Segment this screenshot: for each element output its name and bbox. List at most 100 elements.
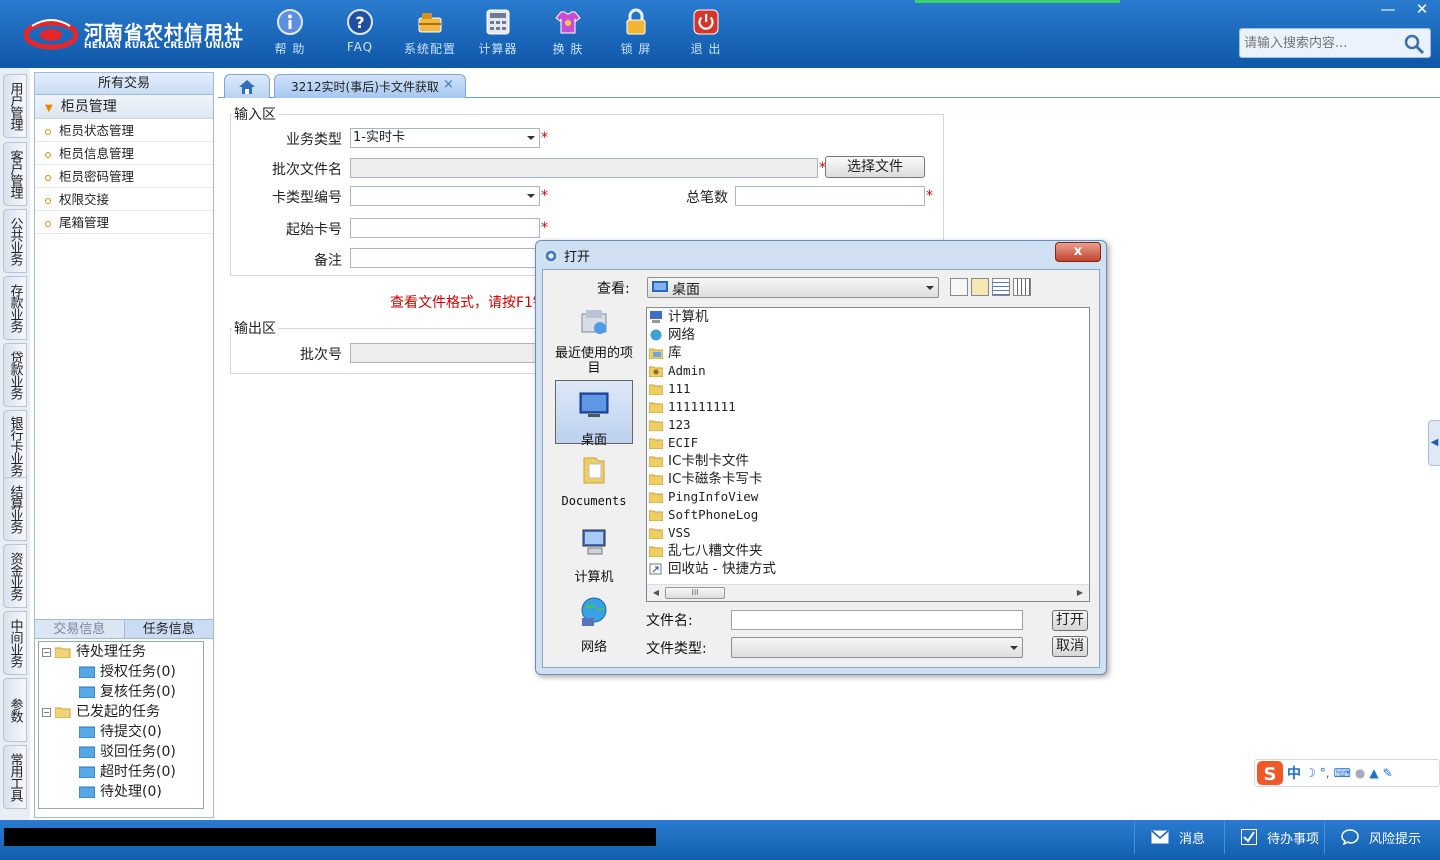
ime-mode-label[interactable]: 中 — [1287, 763, 1301, 783]
list-item-folder[interactable]: IC卡制卡文件 — [649, 452, 749, 470]
business-type-select[interactable]: 1-实时卡 — [350, 128, 540, 148]
system-config-button[interactable]: 系统配置 — [398, 8, 462, 60]
scroll-right-icon[interactable]: ▶ — [1073, 587, 1087, 599]
todo-button[interactable]: 待办事项 — [1224, 820, 1324, 854]
list-item-folder[interactable]: 111 — [649, 380, 691, 398]
list-item-folder[interactable]: PingInfoView — [649, 488, 758, 506]
list-item-computer[interactable]: 计算机 — [649, 308, 709, 326]
vtab-deposit-business[interactable]: 存款业务 — [3, 276, 27, 340]
tab-transaction-info[interactable]: 交易信息 — [35, 620, 125, 638]
scroll-left-icon[interactable]: ◀ — [649, 587, 663, 599]
remark-input[interactable] — [350, 248, 540, 268]
messages-button[interactable]: 消息 — [1134, 820, 1224, 854]
card-type-select[interactable] — [350, 186, 540, 206]
filename-input[interactable] — [731, 610, 1023, 630]
dialog-close-button[interactable]: x — [1055, 242, 1101, 262]
place-recent[interactable]: 最近使用的项目 — [555, 306, 633, 376]
lock-screen-button[interactable]: 锁 屏 — [604, 8, 668, 60]
filetype-select[interactable] — [731, 637, 1023, 658]
list-item-recycle-shortcut[interactable]: 回收站 - 快捷方式 — [649, 560, 776, 578]
vtab-common-tools[interactable]: 常用工具 — [3, 745, 27, 809]
folder-icon — [649, 510, 663, 521]
collapse-icon[interactable]: − — [42, 707, 51, 717]
place-network[interactable]: 网络 — [555, 596, 633, 655]
faq-button[interactable]: ? FAQ — [328, 8, 392, 60]
help-button[interactable]: 帮 助 — [258, 8, 322, 60]
vtab-parameters[interactable]: 参数 — [3, 678, 27, 742]
list-item-folder[interactable]: 乱七八糟文件夹 — [649, 542, 763, 560]
change-skin-button[interactable]: 换 肤 — [536, 8, 600, 60]
list-item-folder[interactable]: 123 — [649, 416, 691, 434]
calculator-button[interactable]: 计算器 — [466, 8, 530, 60]
vtab-settlement-business[interactable]: 结算业务 — [3, 477, 27, 541]
list-item-folder[interactable]: 111111111 — [649, 398, 736, 416]
tab-task-info[interactable]: 任务信息 — [125, 620, 214, 638]
close-window-button[interactable]: ✕ — [1405, 0, 1439, 20]
right-panel-toggle[interactable]: ◀ — [1428, 420, 1440, 466]
collapse-icon[interactable]: − — [42, 647, 51, 657]
vtab-customer-management[interactable]: 客户管理 — [3, 142, 27, 206]
sidebar-item-teller-status[interactable]: 柜员状态管理 — [35, 119, 213, 142]
sidebar-item-permission-handover[interactable]: 权限交接 — [35, 188, 213, 211]
shirt-icon[interactable]: ▲ — [1369, 766, 1378, 780]
search-icon[interactable] — [1403, 33, 1425, 55]
scroll-thumb[interactable]: III — [665, 587, 725, 599]
open-button[interactable]: 打开 — [1052, 610, 1088, 631]
place-computer[interactable]: 计算机 — [555, 526, 633, 585]
details-view-icon[interactable] — [1013, 278, 1031, 296]
vtab-public-business[interactable]: 公共业务 — [3, 209, 27, 273]
start-card-input[interactable] — [350, 218, 540, 238]
new-folder-icon[interactable] — [971, 278, 989, 296]
tree-node-timeout[interactable]: 超时任务(0) — [79, 762, 176, 782]
wrench-icon[interactable]: ✎ — [1383, 766, 1393, 780]
tree-node-to-process[interactable]: 待处理(0) — [79, 782, 162, 802]
list-item-folder[interactable]: ECIF — [649, 434, 698, 452]
moon-icon[interactable]: ☽ — [1305, 766, 1316, 780]
vtab-loan-business[interactable]: 贷款业务 — [3, 343, 27, 407]
tree-node-review[interactable]: 复核任务(0) — [79, 682, 176, 702]
tree-node-authorize[interactable]: 授权任务(0) — [79, 662, 176, 682]
sidebar-item-teller-info[interactable]: 柜员信息管理 — [35, 142, 213, 165]
horizontal-scrollbar[interactable]: ◀ III ▶ — [647, 584, 1089, 601]
list-item-folder[interactable]: SoftPhoneLog — [649, 506, 758, 524]
batch-file-input[interactable] — [350, 158, 818, 178]
search-input[interactable] — [1244, 33, 1402, 53]
tree-node-pending[interactable]: − 待处理任务 — [42, 642, 146, 662]
list-item-admin[interactable]: Admin — [649, 362, 706, 380]
user-icon[interactable]: ● — [1355, 766, 1365, 780]
total-count-label: 总笔数 — [686, 190, 728, 206]
cancel-button[interactable]: 取消 — [1052, 636, 1088, 657]
vtab-intermediary-business[interactable]: 中间业务 — [3, 611, 27, 675]
exit-button[interactable]: 退 出 — [674, 8, 738, 60]
tab-home[interactable] — [224, 74, 270, 98]
tree-node-initiated[interactable]: − 已发起的任务 — [42, 702, 160, 722]
list-item-library[interactable]: 库 — [649, 344, 682, 362]
tab-card-file-fetch[interactable]: 3212实时(事后)卡文件获取 × — [274, 74, 466, 98]
list-item-network[interactable]: 网络 — [649, 326, 695, 344]
place-desktop[interactable]: 桌面 — [555, 380, 633, 448]
place-documents[interactable]: Documents — [555, 454, 633, 514]
view-menu-icon[interactable] — [992, 278, 1010, 296]
tab-close-icon[interactable]: × — [443, 77, 454, 92]
list-item-folder[interactable]: VSS — [649, 524, 691, 542]
chevron-down-icon — [527, 136, 535, 140]
sidebar-item-teller-password[interactable]: 柜员密码管理 — [35, 165, 213, 188]
look-in-combo[interactable]: 桌面 — [647, 277, 939, 298]
risk-alert-button[interactable]: 风险提示 — [1324, 820, 1440, 854]
punctuation-icon[interactable]: °, — [1320, 766, 1330, 780]
sogou-logo-icon[interactable]: S — [1257, 761, 1283, 785]
vtab-fund-business[interactable]: 资金业务 — [3, 544, 27, 608]
total-count-input[interactable] — [735, 186, 925, 206]
minimize-button[interactable]: — — [1371, 0, 1405, 20]
vtab-bank-card-business[interactable]: 银行卡业务 — [3, 410, 27, 482]
tree-node-to-submit[interactable]: 待提交(0) — [79, 722, 162, 742]
vtab-user-management[interactable]: 用户管理 — [3, 74, 27, 138]
list-item-folder[interactable]: IC卡磁条卡写卡 — [649, 470, 762, 488]
keyboard-icon[interactable]: ⌨ — [1334, 766, 1351, 780]
tree-node-rejected[interactable]: 驳回任务(0) — [79, 742, 176, 762]
sidebar-group-teller[interactable]: ▼ 柜员管理 — [35, 95, 213, 119]
up-folder-icon[interactable] — [950, 278, 968, 296]
sidebar-item-cash-box[interactable]: 尾箱管理 — [35, 211, 213, 234]
expand-arrow-icon: ▼ — [45, 103, 53, 114]
choose-file-button[interactable]: 选择文件 — [825, 156, 925, 178]
